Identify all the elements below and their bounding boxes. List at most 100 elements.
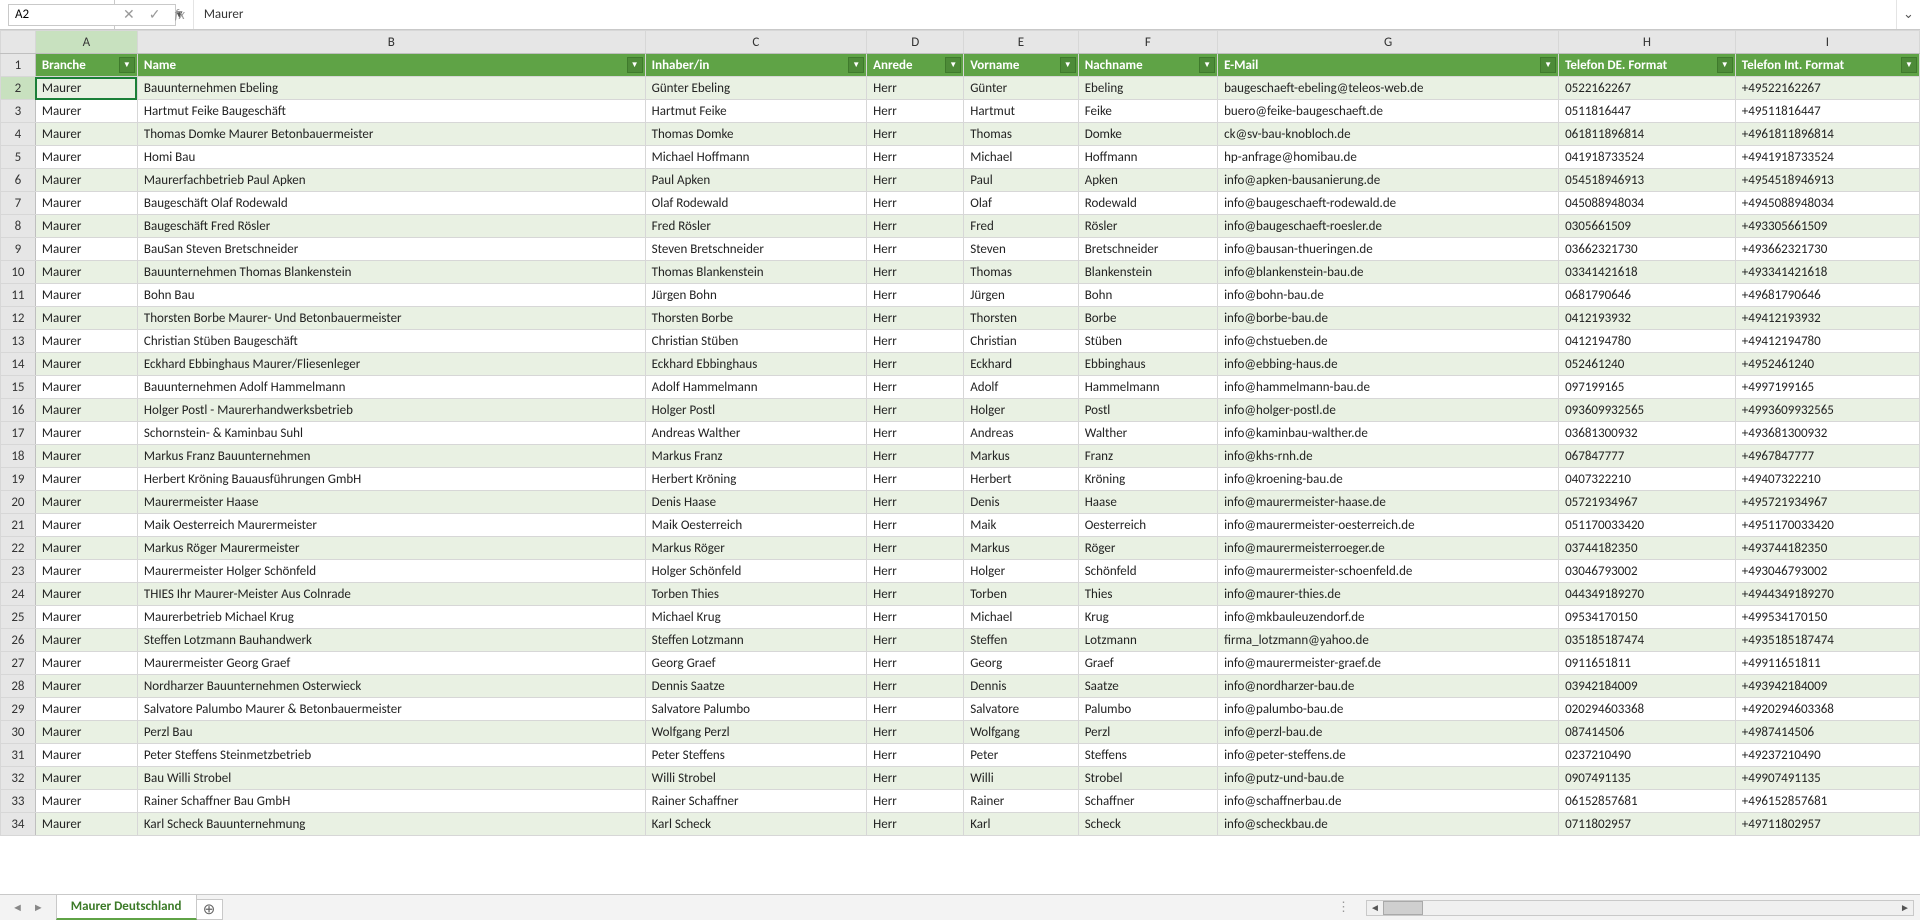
cell[interactable]: +4952461240 (1735, 353, 1919, 376)
cell[interactable]: Rodewald (1078, 192, 1217, 215)
cell[interactable]: Herbert Kröning (645, 468, 867, 491)
cell[interactable]: Steven Bretschneider (645, 238, 867, 261)
table-header-cell[interactable]: E-Mail▼ (1218, 54, 1559, 77)
cell[interactable]: Maurer (35, 744, 137, 767)
cell[interactable]: hp-anfrage@homibau.de (1218, 146, 1559, 169)
cell[interactable]: Maurer (35, 445, 137, 468)
cell[interactable]: Maurer (35, 491, 137, 514)
cell[interactable]: +496152857681 (1735, 790, 1919, 813)
cell[interactable]: Herr (867, 767, 964, 790)
enter-icon[interactable]: ✓ (149, 6, 161, 23)
cell[interactable]: Jürgen (964, 284, 1078, 307)
cell[interactable]: Maurer (35, 790, 137, 813)
cell[interactable]: Kröning (1078, 468, 1217, 491)
cell[interactable]: Herr (867, 422, 964, 445)
cell[interactable]: Ebeling (1078, 77, 1217, 100)
row-header[interactable]: 31 (1, 744, 36, 767)
cell[interactable]: info@blankenstein-bau.de (1218, 261, 1559, 284)
cell[interactable]: Markus (964, 537, 1078, 560)
formula-bar-expand[interactable]: ⌄ (1896, 0, 1920, 29)
cell[interactable]: Herr (867, 215, 964, 238)
cell[interactable]: Maurer (35, 284, 137, 307)
cell[interactable]: firma_lotzmann@yahoo.de (1218, 629, 1559, 652)
cell[interactable]: +4941918733524 (1735, 146, 1919, 169)
cell[interactable]: Denis Haase (645, 491, 867, 514)
cell[interactable]: +493681300932 (1735, 422, 1919, 445)
cell[interactable]: 03681300932 (1559, 422, 1736, 445)
cell[interactable]: +4987414506 (1735, 721, 1919, 744)
cell[interactable]: +499534170150 (1735, 606, 1919, 629)
row-header[interactable]: 9 (1, 238, 36, 261)
cell[interactable]: Herr (867, 629, 964, 652)
cell[interactable]: info@baugeschaeft-rodewald.de (1218, 192, 1559, 215)
cell[interactable]: 035185187474 (1559, 629, 1736, 652)
cell[interactable]: 05721934967 (1559, 491, 1736, 514)
cell[interactable]: Borbe (1078, 307, 1217, 330)
cell[interactable]: info@khs-rnh.de (1218, 445, 1559, 468)
cell[interactable]: Hartmut Feike (645, 100, 867, 123)
cell[interactable]: 0511816447 (1559, 100, 1736, 123)
tab-next-icon[interactable]: ► (33, 901, 44, 914)
cell[interactable]: Maurer (35, 606, 137, 629)
table-header-cell[interactable]: Branche▼ (35, 54, 137, 77)
cell[interactable]: 06152857681 (1559, 790, 1736, 813)
cell[interactable]: 052461240 (1559, 353, 1736, 376)
cell[interactable]: info@nordharzer-bau.de (1218, 675, 1559, 698)
cell[interactable]: Rainer Schaffner (645, 790, 867, 813)
cell[interactable]: Herbert Kröning Bauausführungen GmbH (137, 468, 645, 491)
cell[interactable]: Rösler (1078, 215, 1217, 238)
cell[interactable]: 03942184009 (1559, 675, 1736, 698)
cell[interactable]: Salvatore Palumbo (645, 698, 867, 721)
cell[interactable]: Hartmut Feike Baugeschäft (137, 100, 645, 123)
cell[interactable]: 03662321730 (1559, 238, 1736, 261)
cell[interactable]: Eckhard Ebbinghaus Maurer/Fliesenleger (137, 353, 645, 376)
cell[interactable]: Markus Röger (645, 537, 867, 560)
cell[interactable]: Schornstein- & Kaminbau Suhl (137, 422, 645, 445)
cell[interactable]: Herr (867, 468, 964, 491)
cell[interactable]: Thomas Blankenstein (645, 261, 867, 284)
cell[interactable]: +49237210490 (1735, 744, 1919, 767)
cell[interactable]: Torben (964, 583, 1078, 606)
filter-button[interactable]: ▼ (1717, 57, 1733, 73)
cell[interactable]: Graef (1078, 652, 1217, 675)
scroll-left-icon[interactable]: ◄ (1367, 901, 1383, 915)
cell[interactable]: +4920294603368 (1735, 698, 1919, 721)
cell[interactable]: info@scheckbau.de (1218, 813, 1559, 836)
cell[interactable]: Herr (867, 652, 964, 675)
cell[interactable]: 03744182350 (1559, 537, 1736, 560)
cell[interactable]: Maurer (35, 767, 137, 790)
cell[interactable]: Bretschneider (1078, 238, 1217, 261)
cell[interactable]: Maurer (35, 330, 137, 353)
cell[interactable]: Thomas (964, 123, 1078, 146)
cell[interactable]: Olaf Rodewald (645, 192, 867, 215)
filter-button[interactable]: ▼ (848, 57, 864, 73)
cell[interactable]: Maurer (35, 537, 137, 560)
row-header[interactable]: 12 (1, 307, 36, 330)
cell[interactable]: Herr (867, 376, 964, 399)
cell[interactable]: Fred (964, 215, 1078, 238)
cell[interactable]: Torben Thies (645, 583, 867, 606)
cell[interactable]: 0412194780 (1559, 330, 1736, 353)
cell[interactable]: Maurer (35, 123, 137, 146)
cell[interactable]: info@maurermeister-graef.de (1218, 652, 1559, 675)
cell[interactable]: Markus (964, 445, 1078, 468)
cell[interactable]: Günter (964, 77, 1078, 100)
row-header[interactable]: 24 (1, 583, 36, 606)
cell[interactable]: Baugeschäft Olaf Rodewald (137, 192, 645, 215)
cell[interactable]: Maurer (35, 238, 137, 261)
cell[interactable]: Günter Ebeling (645, 77, 867, 100)
cell[interactable]: Domke (1078, 123, 1217, 146)
cell[interactable]: Maurerfachbetrieb Paul Apken (137, 169, 645, 192)
cell[interactable]: Holger Postl (645, 399, 867, 422)
cell[interactable]: info@kroening-bau.de (1218, 468, 1559, 491)
row-header[interactable]: 13 (1, 330, 36, 353)
cell[interactable]: Maurermeister Haase (137, 491, 645, 514)
cell[interactable]: Herr (867, 514, 964, 537)
cell[interactable]: Adolf (964, 376, 1078, 399)
cell[interactable]: 093609932565 (1559, 399, 1736, 422)
row-header[interactable]: 17 (1, 422, 36, 445)
filter-button[interactable]: ▼ (119, 57, 135, 73)
column-header-C[interactable]: C (645, 31, 867, 54)
cell[interactable]: +49711802957 (1735, 813, 1919, 836)
select-all-corner[interactable] (1, 31, 36, 54)
